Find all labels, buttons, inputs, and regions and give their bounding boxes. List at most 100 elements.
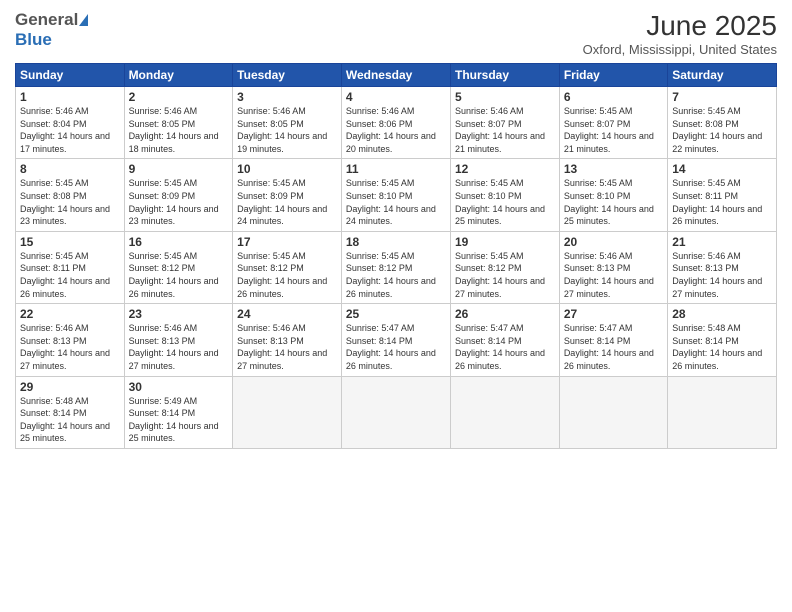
calendar-header-row: Sunday Monday Tuesday Wednesday Thursday… bbox=[16, 64, 777, 87]
calendar-week-row: 29Sunrise: 5:48 AMSunset: 8:14 PMDayligh… bbox=[16, 376, 777, 448]
day-info: Sunrise: 5:45 AMSunset: 8:10 PMDaylight:… bbox=[564, 177, 663, 227]
table-row: 28Sunrise: 5:48 AMSunset: 8:14 PMDayligh… bbox=[668, 304, 777, 376]
day-info: Sunrise: 5:46 AMSunset: 8:05 PMDaylight:… bbox=[237, 105, 337, 155]
day-info: Sunrise: 5:48 AMSunset: 8:14 PMDaylight:… bbox=[672, 322, 772, 372]
table-row: 19Sunrise: 5:45 AMSunset: 8:12 PMDayligh… bbox=[450, 231, 559, 303]
col-sunday: Sunday bbox=[16, 64, 125, 87]
day-info: Sunrise: 5:47 AMSunset: 8:14 PMDaylight:… bbox=[564, 322, 663, 372]
day-number: 13 bbox=[564, 162, 663, 176]
table-row: 15Sunrise: 5:45 AMSunset: 8:11 PMDayligh… bbox=[16, 231, 125, 303]
day-info: Sunrise: 5:45 AMSunset: 8:07 PMDaylight:… bbox=[564, 105, 663, 155]
day-number: 15 bbox=[20, 235, 120, 249]
table-row: 26Sunrise: 5:47 AMSunset: 8:14 PMDayligh… bbox=[450, 304, 559, 376]
day-info: Sunrise: 5:48 AMSunset: 8:14 PMDaylight:… bbox=[20, 395, 120, 445]
day-info: Sunrise: 5:46 AMSunset: 8:05 PMDaylight:… bbox=[129, 105, 229, 155]
logo-triangle-icon bbox=[79, 14, 88, 26]
calendar-table: Sunday Monday Tuesday Wednesday Thursday… bbox=[15, 63, 777, 449]
col-saturday: Saturday bbox=[668, 64, 777, 87]
table-row: 6Sunrise: 5:45 AMSunset: 8:07 PMDaylight… bbox=[559, 87, 667, 159]
day-number: 12 bbox=[455, 162, 555, 176]
day-info: Sunrise: 5:45 AMSunset: 8:08 PMDaylight:… bbox=[20, 177, 120, 227]
day-info: Sunrise: 5:45 AMSunset: 8:09 PMDaylight:… bbox=[237, 177, 337, 227]
day-number: 25 bbox=[346, 307, 446, 321]
day-number: 10 bbox=[237, 162, 337, 176]
day-info: Sunrise: 5:46 AMSunset: 8:13 PMDaylight:… bbox=[672, 250, 772, 300]
day-number: 3 bbox=[237, 90, 337, 104]
day-info: Sunrise: 5:46 AMSunset: 8:07 PMDaylight:… bbox=[455, 105, 555, 155]
day-info: Sunrise: 5:45 AMSunset: 8:10 PMDaylight:… bbox=[455, 177, 555, 227]
day-number: 1 bbox=[20, 90, 120, 104]
table-row: 12Sunrise: 5:45 AMSunset: 8:10 PMDayligh… bbox=[450, 159, 559, 231]
table-row: 13Sunrise: 5:45 AMSunset: 8:10 PMDayligh… bbox=[559, 159, 667, 231]
table-row: 18Sunrise: 5:45 AMSunset: 8:12 PMDayligh… bbox=[341, 231, 450, 303]
day-number: 6 bbox=[564, 90, 663, 104]
day-number: 20 bbox=[564, 235, 663, 249]
day-number: 28 bbox=[672, 307, 772, 321]
day-info: Sunrise: 5:46 AMSunset: 8:13 PMDaylight:… bbox=[20, 322, 120, 372]
day-number: 23 bbox=[129, 307, 229, 321]
day-info: Sunrise: 5:45 AMSunset: 8:12 PMDaylight:… bbox=[346, 250, 446, 300]
day-number: 30 bbox=[129, 380, 229, 394]
day-info: Sunrise: 5:46 AMSunset: 8:13 PMDaylight:… bbox=[237, 322, 337, 372]
title-block: June 2025 Oxford, Mississippi, United St… bbox=[583, 10, 777, 57]
logo: General Blue bbox=[15, 10, 88, 50]
day-number: 8 bbox=[20, 162, 120, 176]
table-row: 21Sunrise: 5:46 AMSunset: 8:13 PMDayligh… bbox=[668, 231, 777, 303]
day-number: 22 bbox=[20, 307, 120, 321]
col-friday: Friday bbox=[559, 64, 667, 87]
day-info: Sunrise: 5:49 AMSunset: 8:14 PMDaylight:… bbox=[129, 395, 229, 445]
table-row: 2Sunrise: 5:46 AMSunset: 8:05 PMDaylight… bbox=[124, 87, 233, 159]
table-row: 29Sunrise: 5:48 AMSunset: 8:14 PMDayligh… bbox=[16, 376, 125, 448]
day-info: Sunrise: 5:45 AMSunset: 8:09 PMDaylight:… bbox=[129, 177, 229, 227]
col-thursday: Thursday bbox=[450, 64, 559, 87]
table-row bbox=[450, 376, 559, 448]
day-number: 7 bbox=[672, 90, 772, 104]
table-row: 1Sunrise: 5:46 AMSunset: 8:04 PMDaylight… bbox=[16, 87, 125, 159]
table-row bbox=[341, 376, 450, 448]
calendar-subtitle: Oxford, Mississippi, United States bbox=[583, 42, 777, 57]
day-info: Sunrise: 5:47 AMSunset: 8:14 PMDaylight:… bbox=[455, 322, 555, 372]
table-row: 11Sunrise: 5:45 AMSunset: 8:10 PMDayligh… bbox=[341, 159, 450, 231]
day-number: 16 bbox=[129, 235, 229, 249]
day-number: 5 bbox=[455, 90, 555, 104]
day-number: 18 bbox=[346, 235, 446, 249]
day-info: Sunrise: 5:45 AMSunset: 8:12 PMDaylight:… bbox=[455, 250, 555, 300]
table-row bbox=[559, 376, 667, 448]
calendar-title: June 2025 bbox=[583, 10, 777, 42]
table-row: 9Sunrise: 5:45 AMSunset: 8:09 PMDaylight… bbox=[124, 159, 233, 231]
table-row: 3Sunrise: 5:46 AMSunset: 8:05 PMDaylight… bbox=[233, 87, 342, 159]
calendar-week-row: 15Sunrise: 5:45 AMSunset: 8:11 PMDayligh… bbox=[16, 231, 777, 303]
table-row: 30Sunrise: 5:49 AMSunset: 8:14 PMDayligh… bbox=[124, 376, 233, 448]
day-number: 14 bbox=[672, 162, 772, 176]
day-number: 2 bbox=[129, 90, 229, 104]
calendar-week-row: 8Sunrise: 5:45 AMSunset: 8:08 PMDaylight… bbox=[16, 159, 777, 231]
table-row bbox=[668, 376, 777, 448]
table-row: 24Sunrise: 5:46 AMSunset: 8:13 PMDayligh… bbox=[233, 304, 342, 376]
day-info: Sunrise: 5:47 AMSunset: 8:14 PMDaylight:… bbox=[346, 322, 446, 372]
page: General Blue June 2025 Oxford, Mississip… bbox=[0, 0, 792, 612]
table-row: 5Sunrise: 5:46 AMSunset: 8:07 PMDaylight… bbox=[450, 87, 559, 159]
day-info: Sunrise: 5:46 AMSunset: 8:13 PMDaylight:… bbox=[564, 250, 663, 300]
table-row: 16Sunrise: 5:45 AMSunset: 8:12 PMDayligh… bbox=[124, 231, 233, 303]
day-number: 9 bbox=[129, 162, 229, 176]
col-wednesday: Wednesday bbox=[341, 64, 450, 87]
col-tuesday: Tuesday bbox=[233, 64, 342, 87]
day-info: Sunrise: 5:45 AMSunset: 8:11 PMDaylight:… bbox=[20, 250, 120, 300]
header: General Blue June 2025 Oxford, Mississip… bbox=[15, 10, 777, 57]
table-row bbox=[233, 376, 342, 448]
table-row: 17Sunrise: 5:45 AMSunset: 8:12 PMDayligh… bbox=[233, 231, 342, 303]
day-info: Sunrise: 5:46 AMSunset: 8:04 PMDaylight:… bbox=[20, 105, 120, 155]
day-info: Sunrise: 5:46 AMSunset: 8:06 PMDaylight:… bbox=[346, 105, 446, 155]
day-number: 4 bbox=[346, 90, 446, 104]
table-row: 25Sunrise: 5:47 AMSunset: 8:14 PMDayligh… bbox=[341, 304, 450, 376]
col-monday: Monday bbox=[124, 64, 233, 87]
day-number: 24 bbox=[237, 307, 337, 321]
day-number: 19 bbox=[455, 235, 555, 249]
logo-general: General bbox=[15, 10, 78, 30]
day-info: Sunrise: 5:46 AMSunset: 8:13 PMDaylight:… bbox=[129, 322, 229, 372]
table-row: 23Sunrise: 5:46 AMSunset: 8:13 PMDayligh… bbox=[124, 304, 233, 376]
day-info: Sunrise: 5:45 AMSunset: 8:12 PMDaylight:… bbox=[129, 250, 229, 300]
day-number: 27 bbox=[564, 307, 663, 321]
logo-blue: Blue bbox=[15, 30, 52, 49]
day-info: Sunrise: 5:45 AMSunset: 8:11 PMDaylight:… bbox=[672, 177, 772, 227]
